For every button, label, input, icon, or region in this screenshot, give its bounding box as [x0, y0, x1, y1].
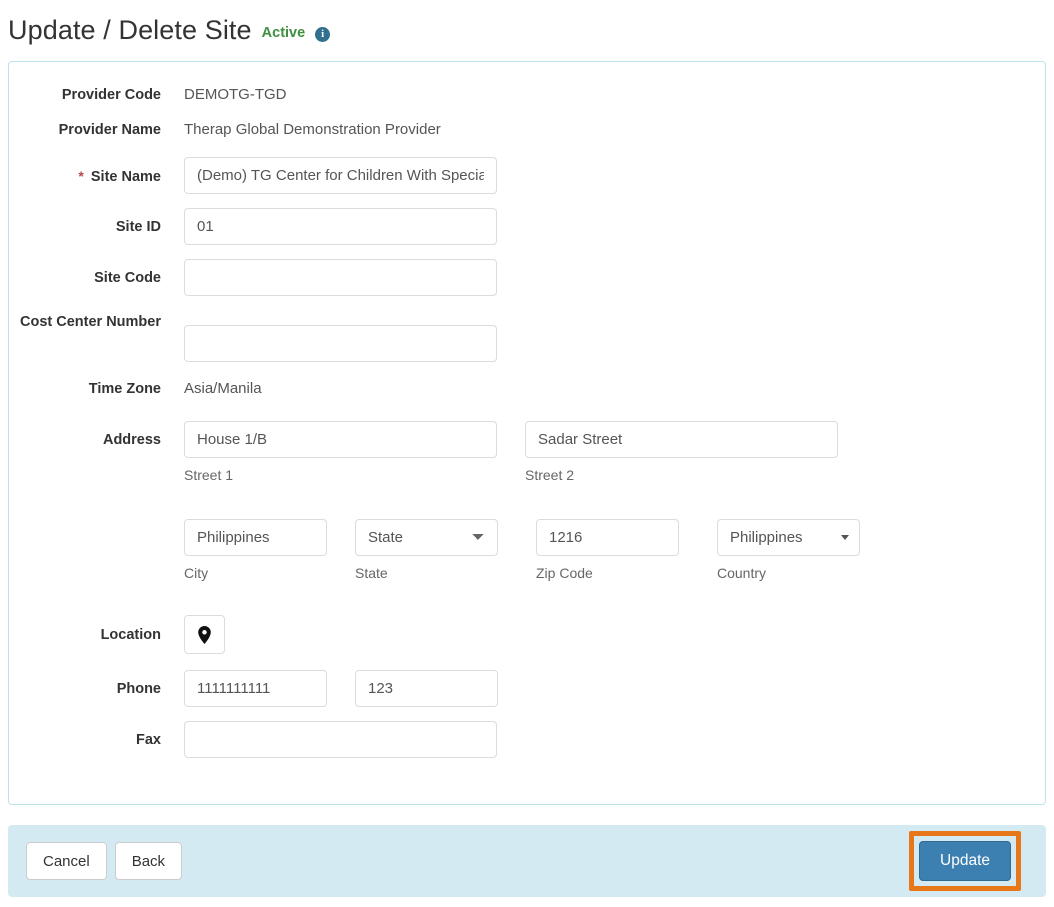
- phone-number-input[interactable]: [184, 670, 327, 707]
- street2-sub-label: Street 2: [525, 467, 575, 483]
- provider-name-value: Therap Global Demonstration Provider: [184, 121, 441, 138]
- site-id-input[interactable]: [184, 208, 497, 245]
- cancel-button[interactable]: Cancel: [26, 842, 107, 880]
- state-select[interactable]: State: [355, 519, 498, 556]
- country-sub-label: Country: [717, 565, 767, 581]
- location-picker-button[interactable]: [184, 615, 225, 654]
- country-dropdown[interactable]: Philippines: [717, 519, 860, 556]
- state-sub-label: State: [355, 565, 388, 581]
- fax-label: Fax: [136, 732, 161, 748]
- update-button[interactable]: Update: [919, 841, 1011, 881]
- address-street-line: Street 1 Street 2: [184, 421, 860, 484]
- site-form-panel: Provider Code DEMOTG-TGD Provider Name T…: [8, 61, 1046, 805]
- site-name-label: * Site Name: [9, 157, 184, 187]
- form-action-bar: Cancel Back Update: [8, 825, 1046, 897]
- required-asterisk: *: [78, 168, 84, 184]
- page-header: Update / Delete Site Active i: [0, 0, 1054, 56]
- zip-group: Zip Code: [536, 519, 679, 582]
- field-row-location: Location: [9, 615, 1045, 654]
- provider-code-label: Provider Code: [61, 87, 161, 103]
- site-code-field-group: [184, 259, 497, 296]
- chevron-down-icon: [841, 535, 849, 540]
- field-row-site-name: * Site Name: [9, 157, 1045, 194]
- site-name-field-group: [184, 157, 497, 194]
- phone-extension-input[interactable]: [355, 670, 498, 707]
- state-group: State State: [355, 519, 498, 582]
- map-pin-icon: [198, 625, 211, 644]
- time-zone-value: Asia/Manila: [184, 380, 262, 397]
- fax-field-group: [184, 721, 497, 758]
- page-title: Update / Delete Site: [8, 15, 252, 45]
- address-label: Address: [102, 432, 161, 448]
- provider-code-value: DEMOTG-TGD: [184, 86, 287, 103]
- field-row-provider-code: Provider Code DEMOTG-TGD: [9, 84, 1045, 105]
- fax-input[interactable]: [184, 721, 497, 758]
- street1-group: Street 1: [184, 421, 497, 484]
- field-row-site-id: Site ID: [9, 208, 1045, 245]
- city-group: City: [184, 519, 327, 582]
- update-button-highlight: Update: [909, 831, 1021, 891]
- zip-code-input[interactable]: [536, 519, 679, 556]
- field-row-site-code: Site Code: [9, 259, 1045, 296]
- phone-field-group: [184, 670, 498, 707]
- field-row-address: Address Street 1 Street 2: [9, 421, 1045, 582]
- status-badge: Active: [261, 25, 306, 41]
- street1-sub-label: Street 1: [184, 467, 234, 483]
- address-citystate-line: City State State Zip Code: [184, 519, 860, 582]
- provider-name-label: Provider Name: [58, 122, 161, 138]
- phone-line: [184, 670, 498, 707]
- site-code-input[interactable]: [184, 259, 497, 296]
- site-name-label-text: Site Name: [90, 169, 161, 185]
- city-input[interactable]: [184, 519, 327, 556]
- phone-label: Phone: [116, 681, 161, 697]
- time-zone-label: Time Zone: [88, 381, 161, 397]
- location-label: Location: [100, 627, 161, 643]
- field-row-time-zone: Time Zone Asia/Manila: [9, 378, 1045, 399]
- location-field-group: [184, 615, 225, 654]
- site-code-label: Site Code: [94, 270, 161, 286]
- back-button[interactable]: Back: [114, 842, 183, 880]
- street2-group: Street 2: [525, 421, 838, 484]
- country-selected-value: Philippines: [730, 529, 803, 546]
- field-row-fax: Fax: [9, 721, 1045, 758]
- info-icon[interactable]: i: [315, 27, 331, 42]
- site-id-field-group: [184, 208, 497, 245]
- cost-center-number-field-group: [184, 310, 497, 362]
- field-row-phone: Phone: [9, 670, 1045, 707]
- field-row-provider-name: Provider Name Therap Global Demonstratio…: [9, 119, 1045, 140]
- cost-center-number-input[interactable]: [184, 325, 497, 362]
- street1-input[interactable]: [184, 421, 497, 458]
- update-delete-site-page: Update / Delete Site Active i Provider C…: [0, 0, 1054, 907]
- zip-code-sub-label: Zip Code: [536, 565, 593, 581]
- address-field-group: Street 1 Street 2 City: [184, 421, 860, 582]
- site-name-input[interactable]: [184, 157, 497, 194]
- country-group: Philippines Country: [717, 519, 860, 582]
- street2-input[interactable]: [525, 421, 838, 458]
- field-row-cost-center-number: Cost Center Number: [9, 310, 1045, 362]
- cost-center-number-label: Cost Center Number: [20, 314, 161, 330]
- site-id-label: Site ID: [115, 219, 161, 235]
- city-sub-label: City: [184, 565, 209, 581]
